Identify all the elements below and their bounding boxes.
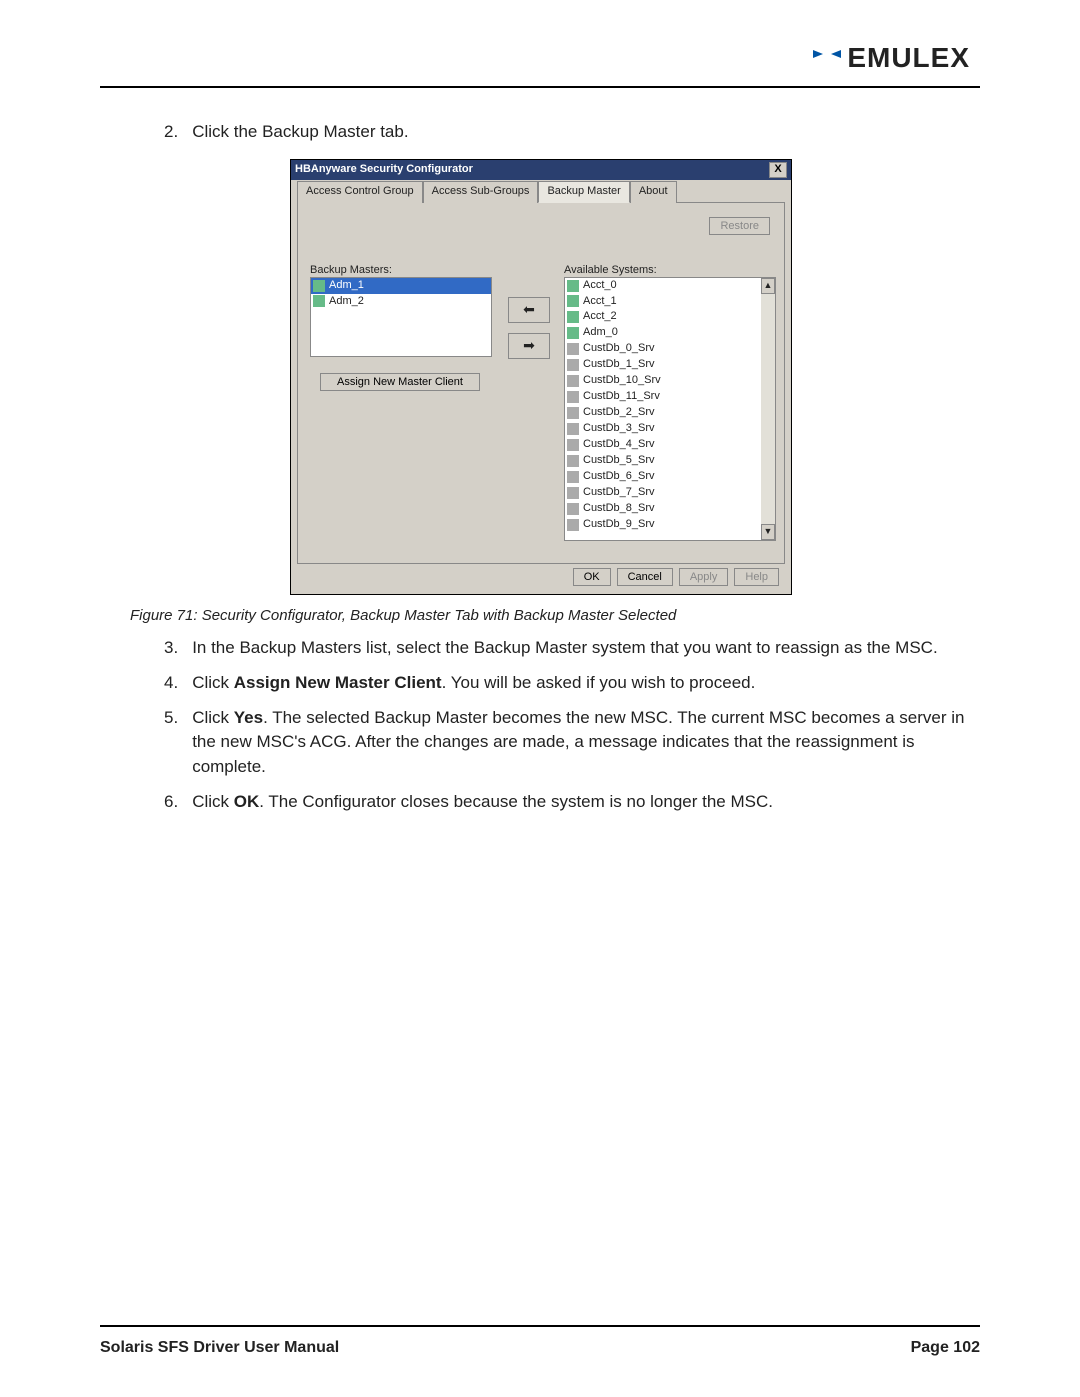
step-6-text: Click OK. The Configurator closes becaus…: [192, 790, 773, 815]
dialog-titlebar: HBAnyware Security Configurator X: [291, 160, 791, 180]
step-4-num: 4.: [164, 671, 178, 696]
available-system-item[interactable]: CustDb_0_Srv: [565, 341, 761, 357]
backup-master-item[interactable]: Adm_1: [311, 278, 491, 294]
server-icon: [567, 423, 579, 435]
available-system-item[interactable]: Acct_0: [565, 278, 761, 294]
footer-page-number: Page 102: [911, 1339, 980, 1357]
tab-access-control-group[interactable]: Access Control Group: [297, 181, 423, 203]
brand-logo: EMULEX: [813, 42, 970, 74]
computer-icon: [313, 280, 325, 292]
available-system-item[interactable]: CustDb_3_Srv: [565, 421, 761, 437]
available-system-item[interactable]: CustDb_4_Srv: [565, 437, 761, 453]
figure-caption: Figure 71: Security Configurator, Backup…: [130, 605, 980, 627]
step-5: 5. Click Yes. The selected Backup Master…: [164, 706, 980, 780]
computer-icon: [567, 311, 579, 323]
server-icon: [567, 343, 579, 355]
available-system-item[interactable]: CustDb_7_Srv: [565, 485, 761, 501]
available-system-item[interactable]: Acct_2: [565, 309, 761, 325]
tab-strip: Access Control Group Access Sub-Groups B…: [297, 180, 785, 203]
tab-pane: Restore Backup Masters: Adm_1Adm_2 Assig…: [297, 203, 785, 564]
scroll-up-icon[interactable]: ▲: [761, 278, 775, 294]
computer-icon: [313, 295, 325, 307]
header-rule: [100, 86, 980, 88]
logo-mark-icon: [813, 47, 841, 69]
server-icon: [567, 375, 579, 387]
footer-manual-title: Solaris SFS Driver User Manual: [100, 1339, 339, 1357]
step-2-text: Click the Backup Master tab.: [192, 120, 408, 145]
server-icon: [567, 487, 579, 499]
server-icon: [567, 503, 579, 515]
available-system-item[interactable]: CustDb_2_Srv: [565, 405, 761, 421]
dialog-title: HBAnyware Security Configurator: [295, 162, 473, 178]
brand-text: EMULEX: [847, 42, 970, 74]
cancel-button[interactable]: Cancel: [617, 568, 673, 586]
page-footer: Solaris SFS Driver User Manual Page 102: [100, 1339, 980, 1357]
arrow-left-icon: ⬅: [523, 299, 535, 319]
help-button[interactable]: Help: [734, 568, 779, 586]
server-icon: [567, 359, 579, 371]
backup-masters-list[interactable]: Adm_1Adm_2: [310, 277, 492, 357]
tab-backup-master[interactable]: Backup Master: [538, 181, 629, 203]
server-icon: [567, 471, 579, 483]
close-icon[interactable]: X: [769, 162, 787, 178]
backup-master-item[interactable]: Adm_2: [311, 294, 491, 310]
computer-icon: [567, 327, 579, 339]
step-2: 2. Click the Backup Master tab.: [164, 120, 980, 145]
available-system-item[interactable]: CustDb_9_Srv: [565, 517, 761, 533]
server-icon: [567, 439, 579, 451]
step-6-num: 6.: [164, 790, 178, 815]
step-2-num: 2.: [164, 120, 178, 145]
computer-icon: [567, 295, 579, 307]
move-left-button[interactable]: ⬅: [508, 297, 550, 323]
available-systems-list[interactable]: Acct_0Acct_1Acct_2Adm_0CustDb_0_SrvCustD…: [564, 277, 776, 541]
step-4-text: Click Assign New Master Client. You will…: [192, 671, 755, 696]
dialog-window: HBAnyware Security Configurator X Access…: [290, 159, 792, 595]
step-3-text: In the Backup Masters list, select the B…: [192, 636, 938, 661]
restore-button[interactable]: Restore: [709, 217, 770, 235]
assign-new-master-client-button[interactable]: Assign New Master Client: [320, 373, 480, 391]
apply-button[interactable]: Apply: [679, 568, 729, 586]
footer-rule: [100, 1325, 980, 1327]
available-system-item[interactable]: CustDb_8_Srv: [565, 501, 761, 517]
dialog-button-row: OK Cancel Apply Help: [297, 564, 785, 590]
available-system-item[interactable]: Acct_1: [565, 294, 761, 310]
server-icon: [567, 407, 579, 419]
tab-about[interactable]: About: [630, 181, 677, 203]
step-4: 4. Click Assign New Master Client. You w…: [164, 671, 980, 696]
server-icon: [567, 455, 579, 467]
ok-button[interactable]: OK: [573, 568, 611, 586]
step-3-num: 3.: [164, 636, 178, 661]
available-system-item[interactable]: CustDb_11_Srv: [565, 389, 761, 405]
server-icon: [567, 519, 579, 531]
step-3: 3. In the Backup Masters list, select th…: [164, 636, 980, 661]
tab-access-sub-groups[interactable]: Access Sub-Groups: [423, 181, 539, 203]
scroll-down-icon[interactable]: ▼: [761, 524, 775, 540]
step-5-text: Click Yes. The selected Backup Master be…: [192, 706, 980, 780]
step-5-num: 5.: [164, 706, 178, 780]
arrow-right-icon: ➡: [523, 335, 535, 355]
server-icon: [567, 391, 579, 403]
available-system-item[interactable]: CustDb_6_Srv: [565, 469, 761, 485]
available-system-item[interactable]: CustDb_10_Srv: [565, 373, 761, 389]
move-right-button[interactable]: ➡: [508, 333, 550, 359]
scrollbar[interactable]: ▲ ▼: [761, 278, 775, 540]
available-system-item[interactable]: CustDb_5_Srv: [565, 453, 761, 469]
available-system-item[interactable]: CustDb_1_Srv: [565, 357, 761, 373]
available-system-item[interactable]: Adm_0: [565, 325, 761, 341]
computer-icon: [567, 280, 579, 292]
step-6: 6. Click OK. The Configurator closes bec…: [164, 790, 980, 815]
